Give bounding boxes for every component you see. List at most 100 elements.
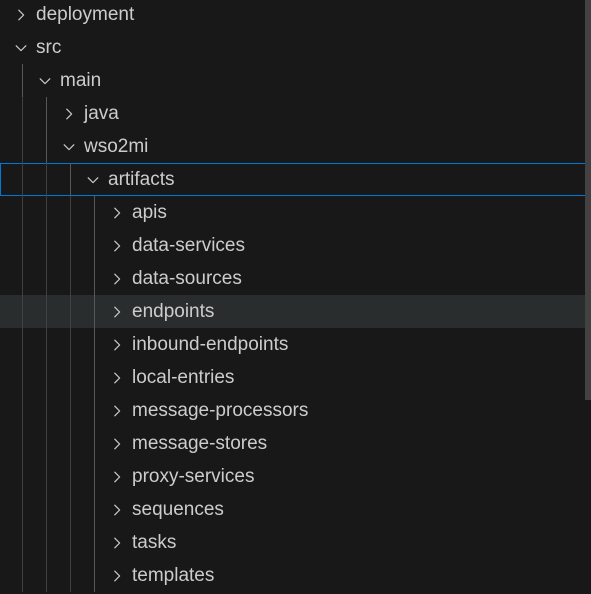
chevron-right-icon[interactable] [60, 105, 78, 123]
indent-guide [70, 229, 71, 262]
chevron-right-icon[interactable] [108, 270, 126, 288]
indent-guide [94, 493, 95, 526]
scrollbar-thumb[interactable] [585, 0, 591, 400]
indent-guide [46, 262, 47, 295]
tree-item-endpoints[interactable]: endpoints [0, 295, 591, 328]
indent-guide [22, 262, 23, 295]
tree-item-wso2mi[interactable]: wso2mi [0, 130, 591, 163]
indent-guide [70, 361, 71, 394]
chevron-right-icon[interactable] [108, 204, 126, 222]
tree-item-inbound-endpoints[interactable]: inbound-endpoints [0, 328, 591, 361]
tree-item-artifacts[interactable]: artifacts [0, 163, 591, 196]
indent-guide [22, 196, 23, 229]
tree-item-java[interactable]: java [0, 97, 591, 130]
indent-guide [46, 97, 47, 130]
tree-item-sequences[interactable]: sequences [0, 493, 591, 526]
tree-item-label: main [60, 70, 102, 91]
file-explorer: deployment src main java wso2mi artifact… [0, 0, 591, 594]
indent-guide [46, 163, 47, 196]
indent-guide [70, 460, 71, 493]
tree-item-message-stores[interactable]: message-stores [0, 427, 591, 460]
indent-guide [94, 196, 95, 229]
indent-guide [22, 295, 23, 328]
tree-item-src[interactable]: src [0, 31, 591, 64]
indent-guide [46, 460, 47, 493]
indent-guide [70, 262, 71, 295]
tree-item-label: local-entries [132, 367, 235, 388]
indent-guide [46, 427, 47, 460]
chevron-right-icon[interactable] [108, 567, 126, 585]
indent-guide [46, 229, 47, 262]
indent-guide [70, 427, 71, 460]
indent-guide [46, 493, 47, 526]
tree-item-data-services[interactable]: data-services [0, 229, 591, 262]
tree-item-label: data-sources [132, 268, 242, 289]
chevron-right-icon[interactable] [108, 303, 126, 321]
chevron-right-icon[interactable] [108, 501, 126, 519]
indent-guide [46, 295, 47, 328]
indent-guide [46, 328, 47, 361]
tree-item-deployment[interactable]: deployment [0, 0, 591, 31]
indent-guide [46, 130, 47, 163]
chevron-down-icon[interactable] [84, 171, 102, 189]
chevron-down-icon[interactable] [36, 72, 54, 90]
indent-guide [94, 559, 95, 592]
chevron-down-icon[interactable] [60, 138, 78, 156]
indent-guide [22, 559, 23, 592]
tree-item-label: proxy-services [132, 466, 255, 487]
tree-item-templates[interactable]: templates [0, 559, 591, 592]
indent-guide [22, 493, 23, 526]
tree-item-label: endpoints [132, 301, 215, 322]
indent-guide [22, 229, 23, 262]
indent-guide [70, 526, 71, 559]
indent-guide [46, 526, 47, 559]
indent-guide [22, 394, 23, 427]
tree-item-local-entries[interactable]: local-entries [0, 361, 591, 394]
indent-guide [94, 295, 95, 328]
chevron-down-icon[interactable] [12, 39, 30, 57]
indent-guide [70, 295, 71, 328]
indent-guide [46, 361, 47, 394]
indent-guide [22, 361, 23, 394]
tree-item-label: deployment [36, 4, 135, 25]
indent-guide [46, 394, 47, 427]
indent-guide [22, 460, 23, 493]
tree-item-proxy-services[interactable]: proxy-services [0, 460, 591, 493]
tree-item-label: java [84, 103, 119, 124]
indent-guide [22, 64, 23, 97]
indent-guide [70, 163, 71, 196]
chevron-right-icon[interactable] [108, 435, 126, 453]
tree-item-label: inbound-endpoints [132, 334, 289, 355]
tree-item-label: apis [132, 202, 167, 223]
indent-guide [94, 328, 95, 361]
chevron-right-icon[interactable] [108, 336, 126, 354]
chevron-right-icon[interactable] [108, 369, 126, 387]
indent-guide [22, 130, 23, 163]
tree-item-label: message-processors [132, 400, 309, 421]
indent-guide [22, 328, 23, 361]
indent-guide [22, 427, 23, 460]
tree-item-main[interactable]: main [0, 64, 591, 97]
chevron-right-icon[interactable] [108, 402, 126, 420]
indent-guide [94, 361, 95, 394]
file-tree: deployment src main java wso2mi artifact… [0, 0, 591, 592]
indent-guide [94, 460, 95, 493]
vertical-scrollbar[interactable] [585, 0, 591, 594]
tree-item-label: artifacts [108, 169, 175, 190]
tree-item-label: tasks [132, 532, 177, 553]
chevron-right-icon[interactable] [108, 534, 126, 552]
indent-guide [94, 394, 95, 427]
indent-guide [70, 328, 71, 361]
chevron-right-icon[interactable] [108, 468, 126, 486]
tree-item-label: wso2mi [84, 136, 149, 157]
chevron-right-icon[interactable] [108, 237, 126, 255]
indent-guide [70, 394, 71, 427]
indent-guide [22, 526, 23, 559]
tree-item-tasks[interactable]: tasks [0, 526, 591, 559]
indent-guide [94, 427, 95, 460]
tree-item-label: data-services [132, 235, 245, 256]
tree-item-data-sources[interactable]: data-sources [0, 262, 591, 295]
tree-item-message-processors[interactable]: message-processors [0, 394, 591, 427]
chevron-right-icon[interactable] [12, 6, 30, 24]
tree-item-apis[interactable]: apis [0, 196, 591, 229]
